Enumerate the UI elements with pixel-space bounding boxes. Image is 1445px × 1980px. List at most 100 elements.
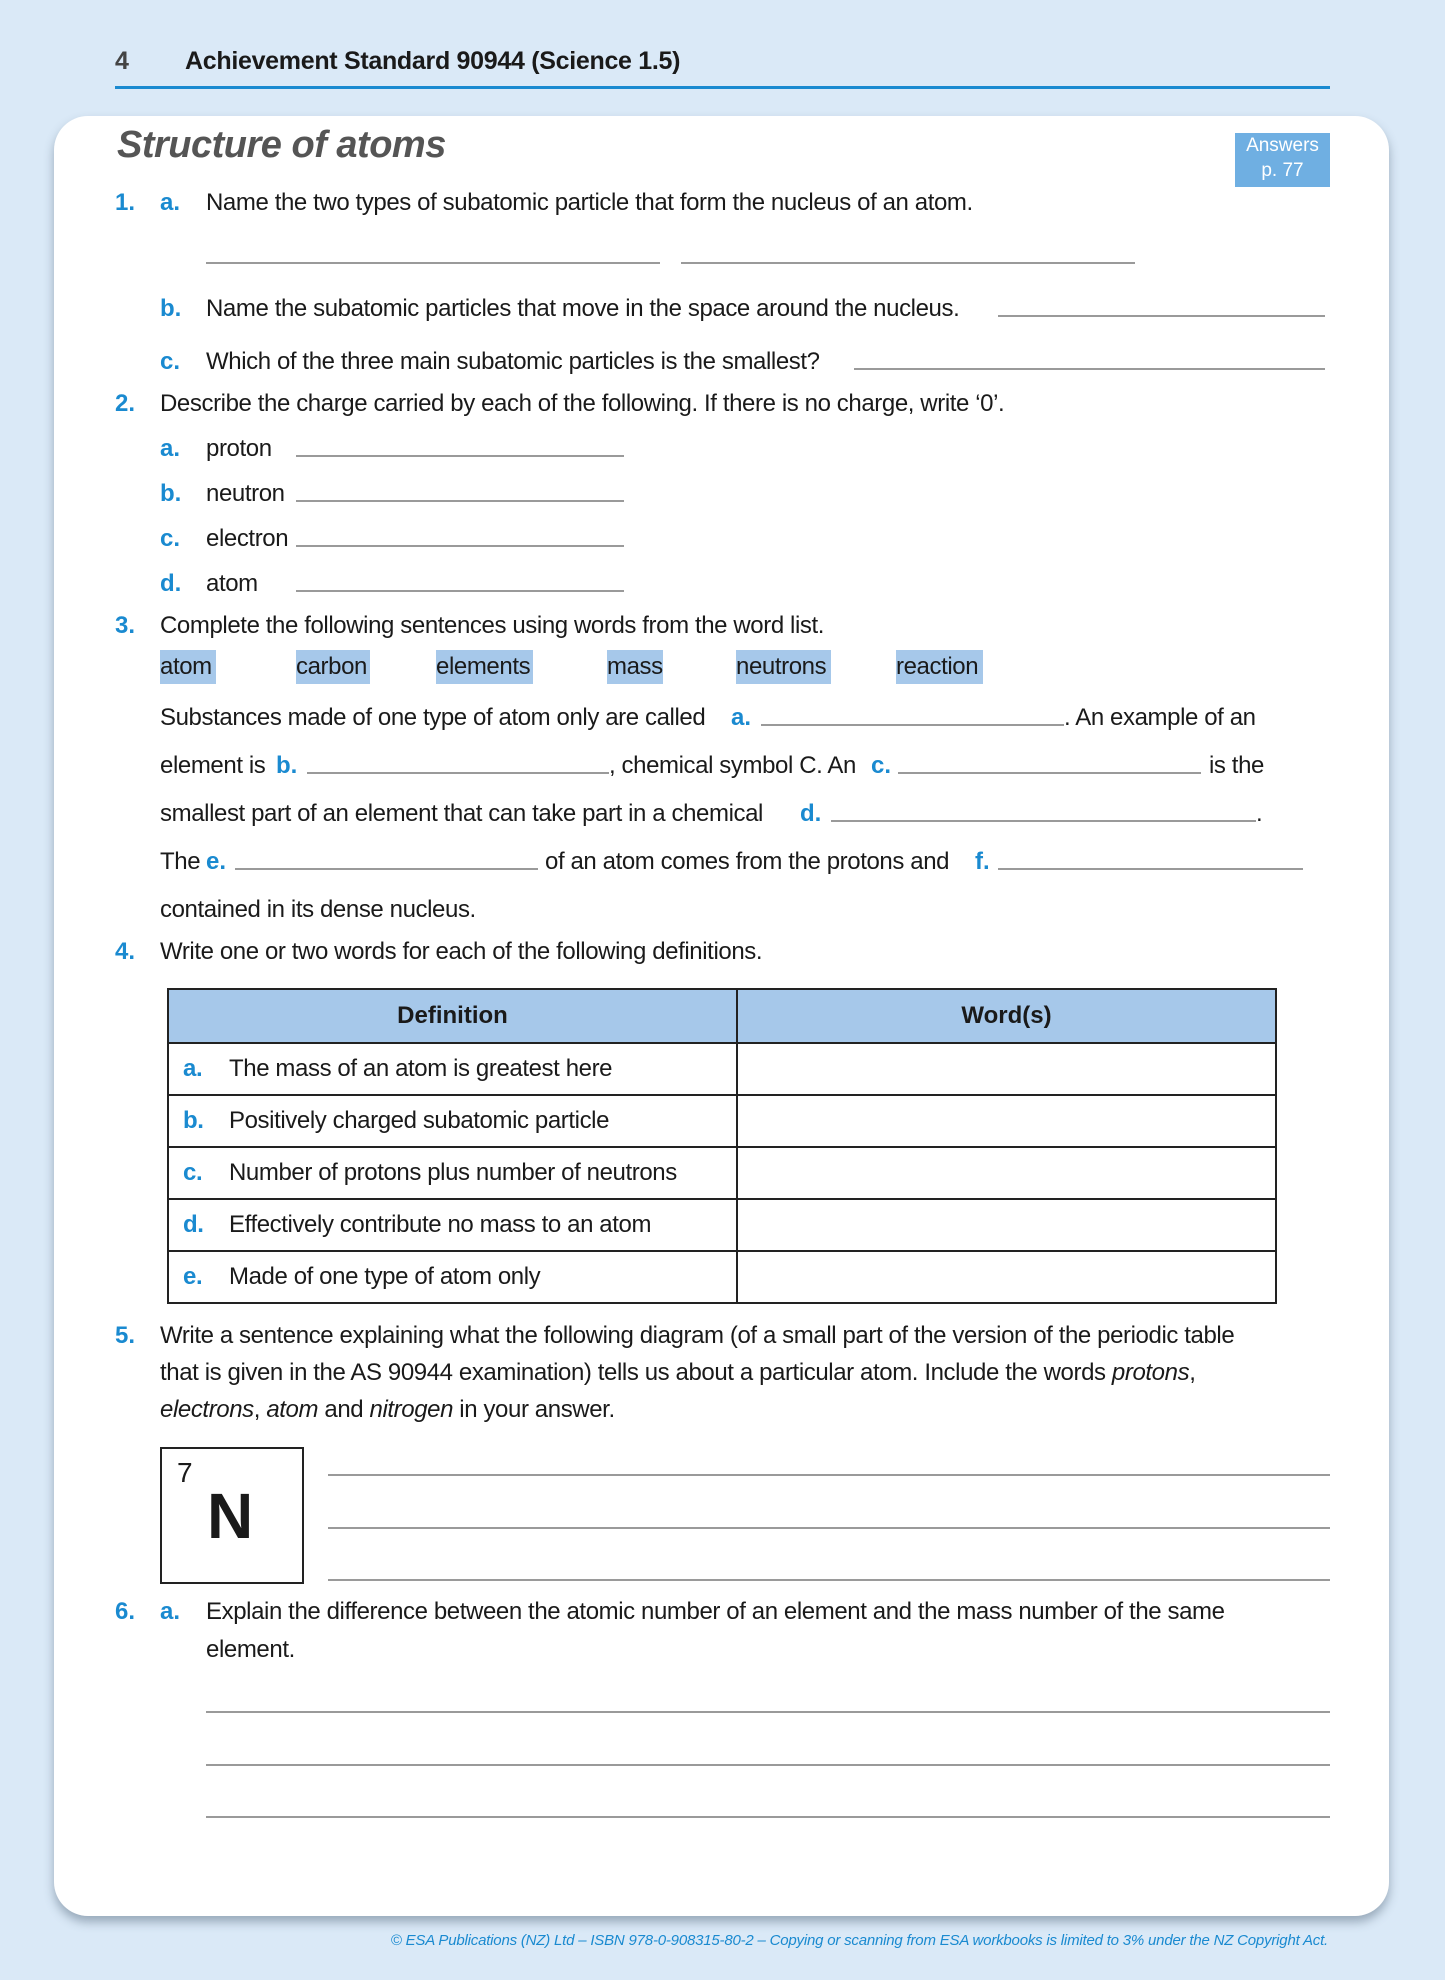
- answers-badge-line1: Answers: [1246, 135, 1319, 156]
- q2b-label: b.: [160, 480, 182, 507]
- q3b-label: b.: [276, 752, 298, 779]
- q3b-answer-line[interactable]: [307, 772, 609, 774]
- q3e-answer-line[interactable]: [235, 868, 538, 870]
- page-title: Structure of atoms: [117, 124, 446, 166]
- page-number: 4: [115, 46, 129, 75]
- definitions-table: Definition Word(s) a. The mass of an atom…: [167, 988, 1277, 1304]
- word-list-item: elements: [436, 650, 533, 684]
- q3d-answer-line[interactable]: [831, 820, 1256, 822]
- q2a-label: a.: [160, 435, 181, 462]
- q1b-label: b.: [160, 295, 182, 322]
- answer-cell[interactable]: [736, 1094, 1277, 1148]
- q1a-text: Name the two types of subatomic particle…: [206, 189, 973, 216]
- row-label: a.: [183, 1055, 203, 1082]
- row-definition: Positively charged subatomic particle: [229, 1107, 610, 1134]
- table-row: a. The mass of an atom is greatest here: [167, 1042, 1277, 1096]
- q1c-answer-line[interactable]: [854, 368, 1325, 370]
- q2d-text: atom: [206, 570, 258, 597]
- q2a-text: proton: [206, 435, 272, 462]
- q2-number: 2.: [115, 390, 136, 417]
- answer-cell[interactable]: [736, 1250, 1277, 1304]
- q1b-answer-line[interactable]: [998, 315, 1325, 317]
- table-row: d. Effectively contribute no mass to an a…: [167, 1198, 1277, 1252]
- q3-sentence-2b: , chemical symbol C. An: [609, 752, 856, 779]
- row-definition: Made of one type of atom only: [229, 1263, 541, 1290]
- q3c-answer-line[interactable]: [898, 772, 1201, 774]
- q6a-text-line2: element.: [206, 1636, 295, 1663]
- standard-title: Achievement Standard 90944 (Science 1.5): [185, 46, 681, 75]
- row-label: d.: [183, 1211, 204, 1238]
- copyright-footer: © ESA Publications (NZ) Ltd – ISBN 978-0…: [390, 1932, 1328, 1949]
- q3a-answer-line[interactable]: [761, 724, 1064, 726]
- row-label: b.: [183, 1107, 204, 1134]
- word-list-item: neutrons: [736, 650, 831, 684]
- keyword-electrons: electrons: [160, 1396, 254, 1423]
- q1c-text: Which of the three main subatomic partic…: [206, 348, 820, 375]
- q2-text: Describe the charge carried by each of t…: [160, 390, 1005, 417]
- q5-answer-line-2[interactable]: [328, 1527, 1330, 1529]
- q3d-label: d.: [800, 800, 822, 827]
- table-header-row: Definition Word(s): [167, 988, 1277, 1044]
- q3-sentence-1: Substances made of one type of atom only…: [160, 704, 706, 731]
- q2c-label: c.: [160, 525, 181, 552]
- q5-text-line1: Write a sentence explaining what the fol…: [160, 1322, 1235, 1349]
- answers-badge-line2: p. 77: [1261, 160, 1304, 181]
- keyword-nitrogen: nitrogen: [369, 1396, 454, 1423]
- q2b-text: neutron: [206, 480, 285, 507]
- q3-sentence-5: contained in its dense nucleus.: [160, 896, 476, 923]
- answer-cell[interactable]: [736, 1198, 1277, 1252]
- q3f-answer-line[interactable]: [998, 868, 1303, 870]
- q1c-label: c.: [160, 348, 181, 375]
- q6-number: 6.: [115, 1598, 136, 1625]
- atomic-number: 7: [177, 1457, 193, 1488]
- answer-cell[interactable]: [736, 1042, 1277, 1096]
- q2d-answer-line[interactable]: [296, 590, 624, 592]
- q1a-answer-line-1[interactable]: [206, 262, 660, 264]
- q3-sentence-4b: of an atom comes from the protons and: [545, 848, 950, 875]
- q1a-label: a.: [160, 189, 181, 216]
- q2c-answer-line[interactable]: [296, 545, 624, 547]
- q2a-answer-line[interactable]: [296, 455, 624, 457]
- q3c-label: c.: [871, 752, 892, 779]
- q6a-label: a.: [160, 1598, 181, 1625]
- q4-text: Write one or two words for each of the f…: [160, 938, 763, 965]
- q4-number: 4.: [115, 938, 136, 965]
- answer-cell[interactable]: [736, 1146, 1277, 1200]
- keyword-atom: atom: [266, 1396, 319, 1423]
- row-definition: Effectively contribute no mass to an ato…: [229, 1211, 652, 1238]
- q1a-answer-line-2[interactable]: [681, 262, 1135, 264]
- q6a-answer-line-2[interactable]: [206, 1764, 1330, 1766]
- q5-text-line3: electrons, atom and nitrogen in your ans…: [160, 1396, 615, 1423]
- word-list-item: carbon: [296, 650, 370, 684]
- keyword-protons: protons: [1111, 1359, 1190, 1386]
- q3-sentence-3b: .: [1256, 800, 1263, 827]
- table-row: e. Made of one type of atom only: [167, 1250, 1277, 1304]
- q3-sentence-1b: . An example of an: [1064, 704, 1256, 731]
- q3-number: 3.: [115, 612, 136, 639]
- q5-answer-line-1[interactable]: [328, 1474, 1330, 1476]
- q3a-label: a.: [731, 704, 752, 731]
- column-header-words: Word(s): [736, 988, 1277, 1044]
- q3-sentence-4: The: [160, 848, 201, 875]
- q2b-answer-line[interactable]: [296, 500, 624, 502]
- table-row: c. Number of protons plus number of neutr…: [167, 1146, 1277, 1200]
- q1b-text: Name the subatomic particles that move i…: [206, 295, 960, 322]
- element-symbol: N: [207, 1480, 254, 1552]
- q3-sentence-2: element is: [160, 752, 266, 779]
- q6a-text-line1: Explain the difference between the atomi…: [206, 1598, 1225, 1625]
- table-row: b. Positively charged subatomic particle: [167, 1094, 1277, 1148]
- row-label: c.: [183, 1159, 203, 1186]
- row-label: e.: [183, 1263, 203, 1290]
- q3-sentence-2c: is the: [1209, 752, 1264, 779]
- q3e-label: e.: [206, 848, 227, 875]
- q6a-answer-line-1[interactable]: [206, 1711, 1330, 1713]
- q3f-label: f.: [975, 848, 990, 875]
- word-list-item: reaction: [896, 650, 983, 684]
- word-list-item: mass: [607, 650, 663, 684]
- row-definition: Number of protons plus number of neutron…: [229, 1159, 677, 1186]
- word-list-item: atom: [160, 650, 216, 684]
- row-definition: The mass of an atom is greatest here: [229, 1055, 613, 1082]
- answers-badge[interactable]: Answers p. 77: [1235, 133, 1330, 187]
- q5-answer-line-3[interactable]: [328, 1579, 1330, 1581]
- q6a-answer-line-3[interactable]: [206, 1816, 1330, 1818]
